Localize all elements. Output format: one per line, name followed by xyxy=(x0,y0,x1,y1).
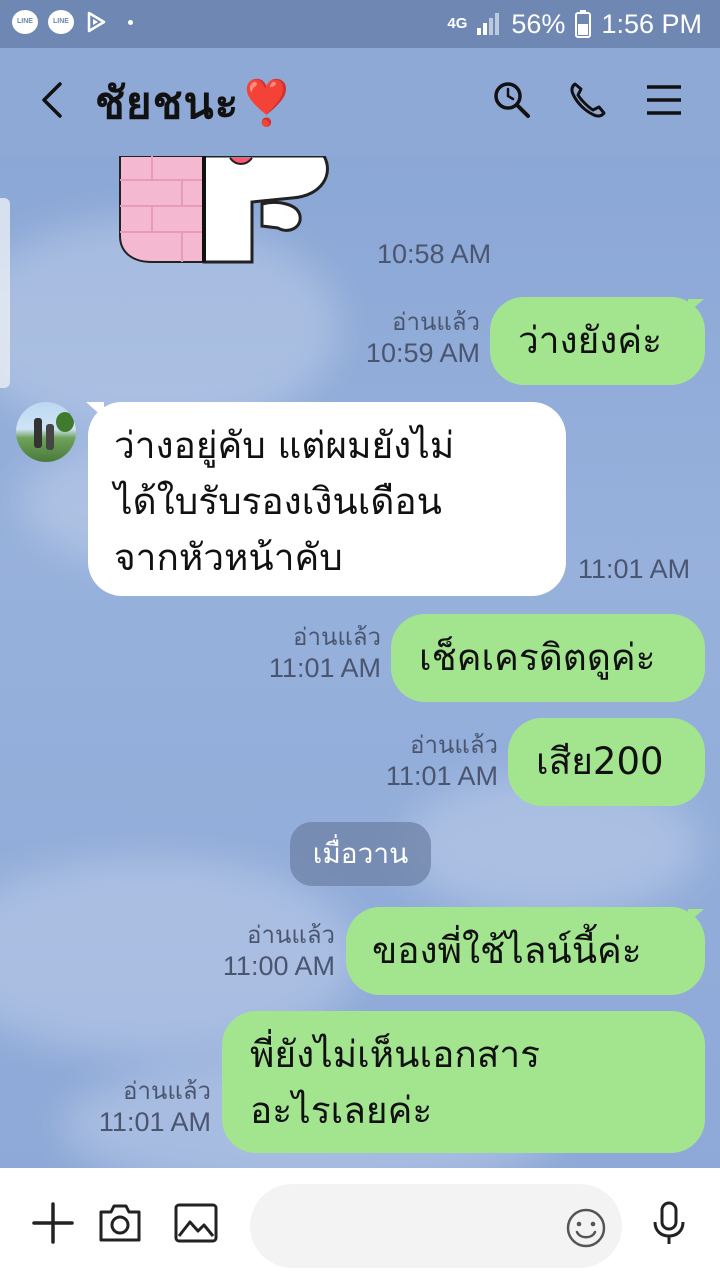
message-time: 11:01 AM xyxy=(268,653,381,683)
chat-area[interactable]: 10:58 AM อ่านแล้ว 10:59 AM ว่างยังค่ะ ว่… xyxy=(0,156,720,1168)
outgoing-message[interactable]: พี่ยังไม่เห็นเอกสาร อะไรเลยค่ะ xyxy=(222,1011,705,1153)
read-receipt: อ่านแล้ว xyxy=(293,623,381,651)
message-time: 11:00 AM xyxy=(222,951,335,981)
chat-title: ชัยชนะ❣️ xyxy=(95,78,296,129)
more-notifications-dot xyxy=(128,19,133,25)
message-meta: อ่านแล้ว 11:00 AM xyxy=(223,920,335,982)
back-icon[interactable] xyxy=(32,78,76,122)
message-meta: อ่านแล้ว 11:01 AM xyxy=(269,622,381,684)
phone-icon[interactable] xyxy=(566,78,610,122)
message-line: ได้ใบรับรองเงินเดือน xyxy=(114,480,442,523)
input-bar xyxy=(0,1168,720,1280)
image-icon[interactable] xyxy=(173,1200,219,1246)
emoji-icon[interactable] xyxy=(564,1206,608,1250)
message-time: 10:58 AM xyxy=(377,239,492,269)
incoming-message[interactable]: ว่างอยู่คับ แต่ผมยังไม่ ได้ใบรับรองเงินเ… xyxy=(88,402,566,596)
message-time: 10:59 AM xyxy=(365,338,480,368)
line-notification-icon: LINE xyxy=(48,10,74,34)
chat-header: ชัยชนะ❣️ xyxy=(0,48,720,156)
drawer-handle[interactable] xyxy=(0,198,10,388)
line-notification-icon: LINE xyxy=(12,10,38,34)
avatar[interactable] xyxy=(16,402,76,462)
bubble-tail xyxy=(688,299,704,313)
bubble-tail xyxy=(688,909,704,923)
sticker-image[interactable] xyxy=(112,156,336,264)
outgoing-message[interactable]: ของพี่ใช้ไลน์นี้ค่ะ xyxy=(346,907,705,995)
message-line: อะไรเลยค่ะ xyxy=(250,1089,433,1132)
read-receipt: อ่านแล้ว xyxy=(410,731,498,759)
read-receipt: อ่านแล้ว xyxy=(123,1077,211,1105)
message-meta: อ่านแล้ว 10:59 AM xyxy=(366,307,480,369)
network-type: 4G xyxy=(447,15,468,32)
message-line: ว่างอยู่คับ แต่ผมยังไม่ xyxy=(114,424,455,467)
outgoing-message[interactable]: เสีย200 xyxy=(508,718,705,806)
battery-percent: 56% xyxy=(511,8,566,39)
mic-icon[interactable] xyxy=(646,1200,692,1246)
outgoing-message[interactable]: ว่างยังค่ะ xyxy=(490,297,705,385)
battery-icon xyxy=(575,10,592,38)
message-time: 11:01 AM xyxy=(385,761,498,791)
plus-icon[interactable] xyxy=(30,1200,76,1246)
read-receipt: อ่านแล้ว xyxy=(247,921,335,949)
date-separator: เมื่อวาน xyxy=(290,822,431,886)
message-time: 11:01 AM xyxy=(98,1107,211,1137)
status-bar: LINE LINE 4G 56% 1:56 PM xyxy=(0,0,720,48)
search-icon[interactable] xyxy=(490,78,534,122)
message-meta: อ่านแล้ว 11:01 AM xyxy=(386,730,498,792)
message-line: พี่ยังไม่เห็นเอกสาร xyxy=(250,1033,540,1076)
clock: 1:56 PM xyxy=(601,8,702,39)
menu-icon[interactable] xyxy=(642,78,686,122)
message-line: จากหัวหน้าคับ xyxy=(114,536,343,579)
camera-icon[interactable] xyxy=(97,1200,143,1246)
read-receipt: อ่านแล้ว xyxy=(392,308,480,336)
play-icon xyxy=(87,11,106,33)
message-time: 11:01 AM xyxy=(578,554,691,584)
signal-icon xyxy=(477,13,500,35)
notification-icons: LINE LINE xyxy=(12,10,133,34)
message-meta: อ่านแล้ว 11:01 AM xyxy=(99,1076,211,1138)
outgoing-message[interactable]: เช็คเครดิตดูค่ะ xyxy=(391,614,705,702)
